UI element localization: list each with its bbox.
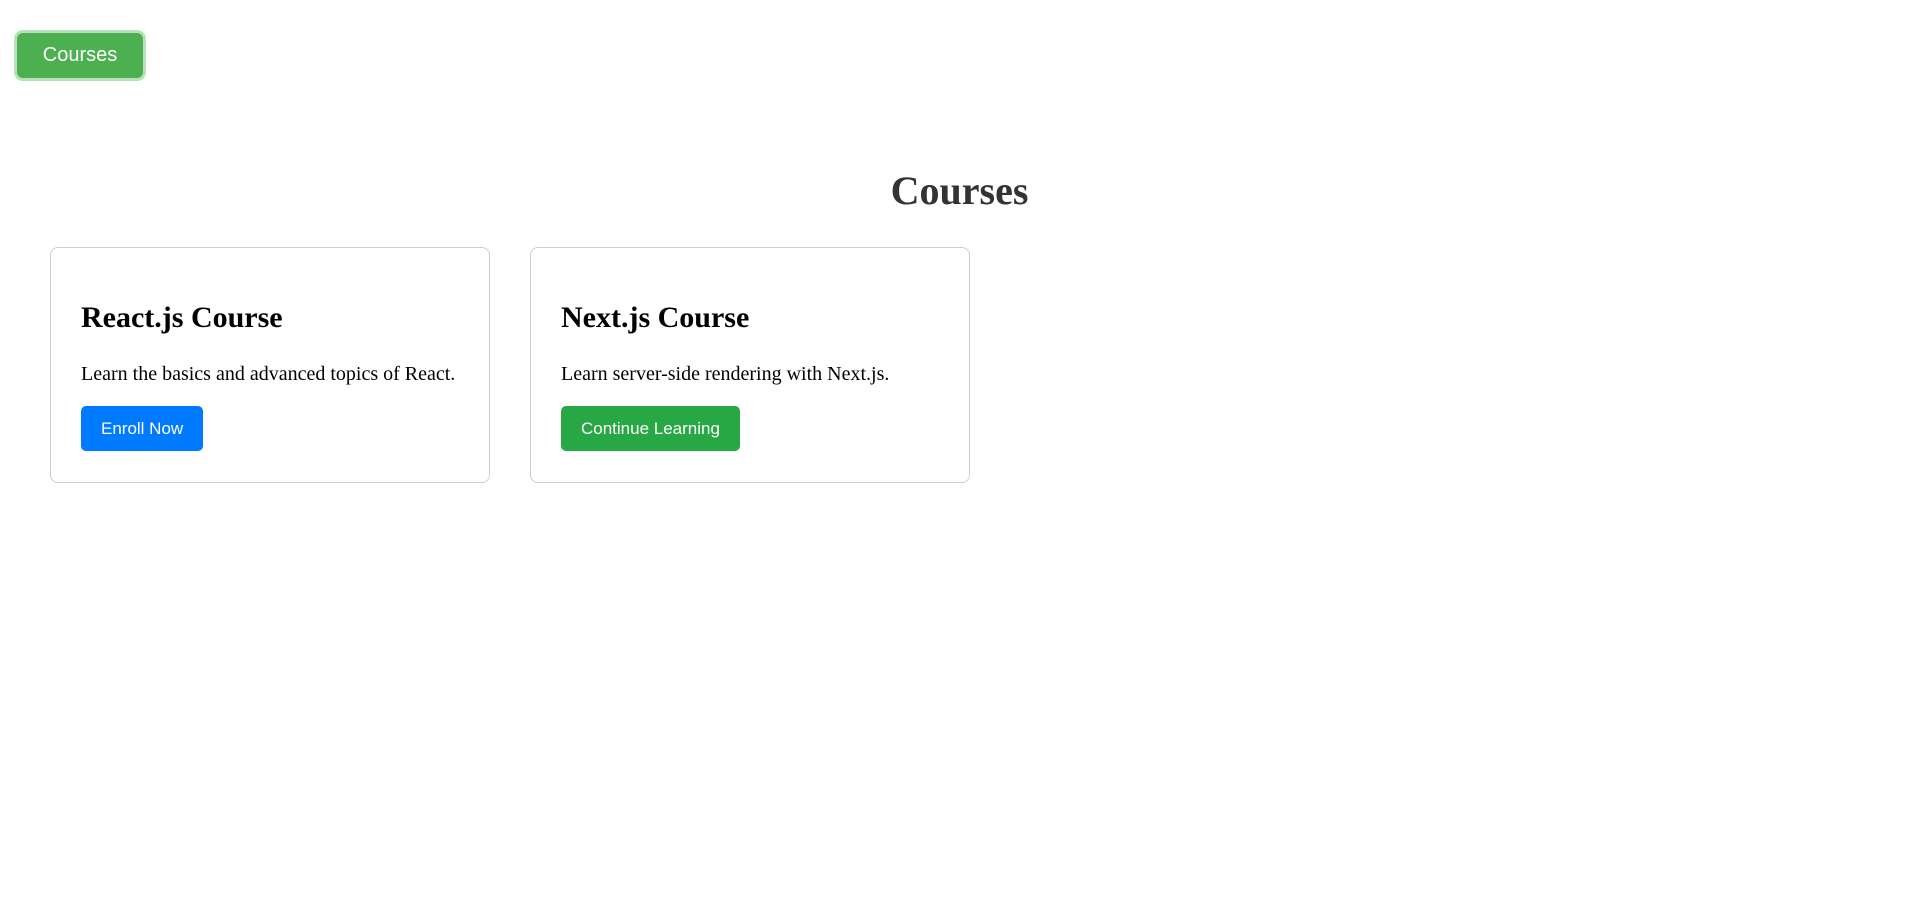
course-description: Learn the basics and advanced topics of … bbox=[81, 363, 456, 385]
enroll-now-button[interactable]: Enroll Now bbox=[81, 406, 204, 451]
continue-learning-button[interactable]: Continue Learning bbox=[561, 406, 740, 451]
course-title: React.js Course bbox=[81, 301, 283, 334]
page-title: Courses bbox=[890, 168, 1029, 213]
courses-nav-button[interactable]: Courses bbox=[17, 33, 143, 78]
course-description: Learn server-side rendering with Next.js… bbox=[561, 363, 890, 385]
course-title: Next.js Course bbox=[561, 301, 750, 334]
course-card-nextjs: Next.js Course Learn server-side renderi… bbox=[530, 247, 970, 483]
course-card-react: React.js Course Learn the basics and adv… bbox=[50, 247, 490, 483]
